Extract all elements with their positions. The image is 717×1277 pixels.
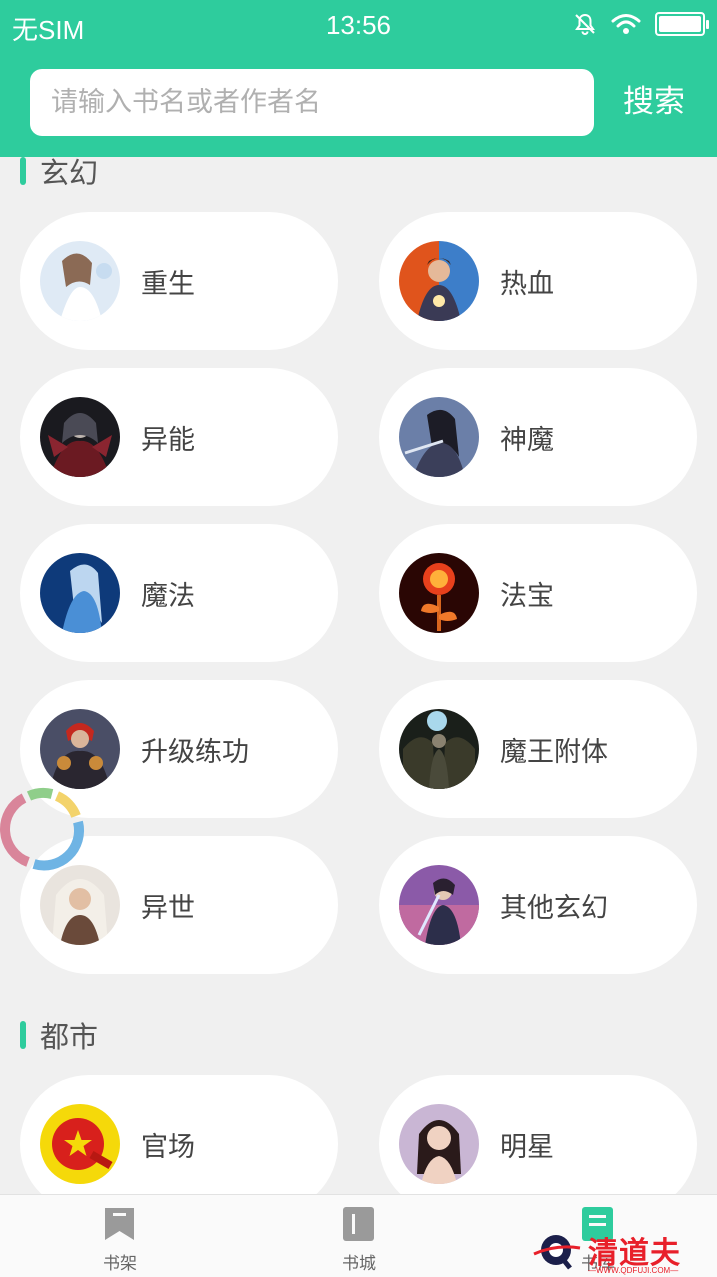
status-bar: 无SIM 13:56 — [0, 0, 717, 52]
search-input[interactable] — [30, 69, 594, 136]
tab-label: 书架 — [103, 1254, 137, 1273]
red-armored-knight-icon — [40, 709, 120, 789]
tab-label: 书城 — [342, 1254, 376, 1273]
category-card-mowangfuti[interactable]: 魔王附体 — [379, 680, 697, 818]
category-card-chongsheng[interactable]: 重生 — [20, 212, 338, 350]
watermark-subtext: —WWW.QDFUJI.COM— — [588, 1266, 679, 1275]
category-label: 魔王附体 — [500, 736, 608, 767]
section-title-label: 都市 — [40, 1022, 99, 1054]
category-label: 魔法 — [141, 580, 195, 611]
red-star-emblem-icon — [40, 1104, 120, 1184]
category-card-guanchang[interactable]: 官场 — [20, 1075, 338, 1213]
purple-swordsman-icon — [399, 865, 479, 945]
watermark-q-icon — [533, 1235, 581, 1270]
blue-mage-icon — [40, 553, 120, 633]
category-label: 异能 — [141, 424, 195, 455]
mute-bell-icon — [575, 13, 595, 35]
demon-lord-icon — [399, 709, 479, 789]
category-card-rexue[interactable]: 热血 — [379, 212, 697, 350]
category-card-fabao[interactable]: 法宝 — [379, 524, 697, 662]
bookmark-icon — [105, 1208, 134, 1240]
fire-ice-warrior-icon — [399, 241, 479, 321]
tab-bookstore[interactable]: 书城 — [299, 1195, 419, 1277]
floating-loader-icon[interactable] — [0, 784, 86, 878]
category-card-yineng[interactable]: 异能 — [20, 368, 338, 506]
category-label: 明星 — [500, 1131, 554, 1162]
category-label: 其他玄幻 — [500, 892, 608, 923]
category-card-shenmo[interactable]: 神魔 — [379, 368, 697, 506]
category-label: 热血 — [500, 268, 554, 299]
category-card-mofa[interactable]: 魔法 — [20, 524, 338, 662]
tab-bookshelf[interactable]: 书架 — [60, 1195, 180, 1277]
category-label: 官场 — [141, 1131, 195, 1162]
battery-icon — [655, 12, 709, 36]
wifi-icon — [611, 14, 641, 34]
category-label: 异世 — [141, 892, 195, 923]
book-icon — [343, 1207, 374, 1241]
category-label: 升级练功 — [141, 736, 249, 767]
fire-rose-icon — [399, 553, 479, 633]
header: 无SIM 13:56 搜索 — [0, 0, 717, 157]
section-accent-bar — [20, 157, 26, 185]
star-woman-icon — [399, 1104, 479, 1184]
dark-warrior-icon — [40, 397, 120, 477]
category-label: 重生 — [141, 268, 195, 299]
category-label: 神魔 — [500, 424, 554, 455]
category-card-qitaxuanhuan[interactable]: 其他玄幻 — [379, 836, 697, 974]
section-title-dushi: 都市 — [20, 1014, 98, 1056]
dark-hair-swordsman-icon — [399, 397, 479, 477]
section-accent-bar — [20, 1021, 26, 1049]
category-label: 法宝 — [500, 580, 554, 611]
search-button[interactable]: 搜索 — [608, 78, 700, 126]
watermark-logo: 清道夫 —WWW.QDFUJI.COM— — [530, 1228, 717, 1277]
anime-girl-white-icon — [40, 241, 120, 321]
status-icons — [573, 12, 709, 36]
category-card-mingxing[interactable]: 明星 — [379, 1075, 697, 1213]
